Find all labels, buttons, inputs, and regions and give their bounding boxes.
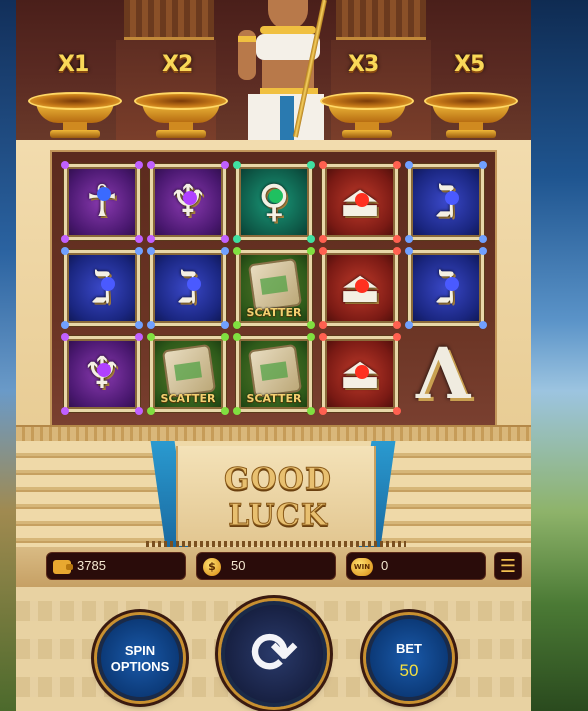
eye-of-horus-symbol: ℷ (405, 161, 487, 243)
tyet-symbol: ♀ (233, 161, 315, 243)
letter-a-symbol: Λ (416, 332, 471, 415)
scroll-icon (250, 346, 300, 396)
message-line-2: LUCK (228, 498, 328, 534)
eye-of-horus-symbol: ℷ (61, 247, 143, 329)
bet-amount: 50 (399, 661, 419, 680)
weight-symbol: ⏏ (319, 247, 401, 329)
bet-label: BET (396, 641, 422, 656)
bet-value: 50 (231, 558, 246, 573)
message-line-1: GOOD (224, 462, 332, 498)
list-icon: ☰ (499, 556, 517, 577)
scroll-icon (250, 260, 300, 310)
message-panel: GOOD LUCK (176, 446, 376, 546)
win-field: WIN 0 (346, 552, 486, 580)
multiplier-x2: X2 (162, 52, 193, 77)
scatter-scroll-symbol: SCATTER (233, 333, 315, 415)
multiplier-x5: X5 (454, 52, 485, 77)
multiplier-x3: X3 (348, 52, 379, 77)
menu-button[interactable]: ☰ (494, 552, 522, 580)
scatter-label: SCATTER (160, 392, 216, 405)
wallet-icon (53, 560, 73, 574)
scatter-scroll-symbol: SCATTER (233, 247, 315, 329)
scroll-icon (164, 346, 214, 396)
gold-bowl (424, 92, 518, 140)
weight-symbol: ⏏ (319, 161, 401, 243)
ankh-symbol: ♆ (147, 161, 229, 243)
win-value: 0 (381, 558, 389, 573)
spin-options-label: SPIN OPTIONS (110, 643, 170, 674)
gold-bowl (134, 92, 228, 140)
weight-symbol: ⏏ (319, 333, 401, 415)
win-icon: WIN (351, 558, 373, 576)
bet-button[interactable]: BET 50 (366, 615, 452, 701)
bet-field: $ 50 (196, 552, 336, 580)
spin-button[interactable]: ⟳ (221, 601, 327, 707)
ankh-symbol: ♆ (61, 333, 143, 415)
eye-of-horus-symbol: ℷ (147, 247, 229, 329)
background-right (531, 0, 588, 711)
temple-header: X1 X2 X3 X5 (16, 0, 531, 145)
balance-value: 3785 (77, 558, 106, 573)
info-bar: 3785 $ 50 WIN 0 ☰ (16, 547, 531, 587)
scatter-scroll-symbol: SCATTER (147, 333, 229, 415)
multiplier-x1: X1 (58, 52, 89, 77)
gold-bowl (320, 92, 414, 140)
pillar-capital (124, 0, 214, 40)
balance-field: 3785 (46, 552, 186, 580)
scatter-label: SCATTER (246, 392, 302, 405)
gold-bowl (28, 92, 122, 140)
slot-game: X1 X2 X3 X5 ☥ ♆ ♀ ⏏ ℷ ℷ ℷ (16, 0, 531, 711)
good-luck-message: GOOD LUCK (178, 462, 378, 534)
eye-of-horus-symbol: ℷ (405, 247, 487, 329)
reel-floor (16, 425, 531, 441)
background-left (0, 0, 16, 711)
coin-icon: $ (203, 558, 221, 576)
spin-options-button[interactable]: SPIN OPTIONS (97, 615, 183, 701)
ankh-symbol: ☥ (61, 161, 143, 243)
scatter-label: SCATTER (246, 306, 302, 319)
refresh-icon: ⟳ (250, 621, 298, 684)
